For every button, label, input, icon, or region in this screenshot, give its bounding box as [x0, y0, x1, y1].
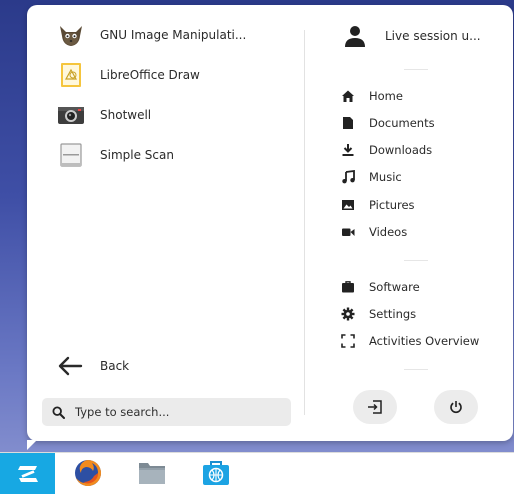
documents-icon [341, 116, 355, 130]
menu-pointer [27, 440, 37, 450]
taskbar-software[interactable] [201, 458, 231, 488]
column-divider [304, 30, 305, 415]
home-icon [341, 89, 355, 103]
taskbar [0, 452, 514, 494]
system-label: Software [369, 280, 420, 294]
pictures-icon [341, 198, 355, 212]
place-item-music[interactable]: Music [341, 166, 511, 188]
app-label: LibreOffice Draw [100, 68, 200, 82]
search-input[interactable] [73, 404, 277, 420]
logout-button[interactable] [353, 390, 397, 424]
taskbar-firefox[interactable] [73, 458, 103, 488]
zorin-menu-icon [15, 463, 41, 485]
system-item-activities-overview[interactable]: Activities Overview [341, 330, 511, 352]
place-label: Downloads [369, 143, 433, 157]
arrow-left-icon [57, 356, 85, 376]
system-item-software[interactable]: Software [341, 276, 511, 298]
app-menu: GNU Image Manipulati... LibreOffice Draw [27, 5, 513, 441]
user-icon [342, 24, 368, 48]
simple-scan-icon [57, 141, 85, 169]
activities-overview-icon [341, 334, 355, 348]
downloads-icon [341, 143, 355, 157]
system-label: Settings [369, 307, 417, 321]
separator [404, 369, 428, 370]
system-item-settings[interactable]: Settings [341, 303, 511, 325]
app-item-shotwell[interactable]: Shotwell [57, 99, 307, 131]
music-icon [341, 170, 355, 184]
app-label: GNU Image Manipulati... [100, 28, 247, 42]
user-label: Live session u... [385, 29, 481, 43]
back-button[interactable]: Back [57, 354, 167, 378]
user-account-button[interactable]: Live session u... [342, 23, 507, 49]
place-item-home[interactable]: Home [341, 85, 511, 107]
settings-icon [341, 307, 355, 321]
app-item-simple-scan[interactable]: Simple Scan [57, 139, 307, 171]
taskbar-files[interactable] [137, 458, 167, 488]
firefox-icon [73, 458, 103, 488]
libreoffice-draw-icon [57, 61, 85, 89]
system-label: Activities Overview [369, 334, 480, 348]
search-icon [52, 405, 65, 419]
place-label: Pictures [369, 198, 415, 212]
software-icon [341, 280, 355, 294]
software-store-icon [201, 459, 231, 487]
place-label: Music [369, 170, 402, 184]
app-item-libreoffice-draw[interactable]: LibreOffice Draw [57, 59, 307, 91]
app-label: Shotwell [100, 108, 152, 122]
search-box[interactable] [42, 398, 291, 426]
app-item-gimp[interactable]: GNU Image Manipulati... [57, 19, 307, 51]
back-label: Back [100, 359, 130, 373]
power-button[interactable] [434, 390, 478, 424]
zorin-menu-button[interactable] [0, 453, 55, 494]
separator [404, 69, 428, 70]
files-icon [137, 460, 167, 486]
gimp-icon [57, 21, 85, 49]
place-label: Documents [369, 116, 435, 130]
power-icon [449, 400, 463, 414]
place-item-downloads[interactable]: Downloads [341, 139, 511, 161]
app-label: Simple Scan [100, 148, 174, 162]
shotwell-icon [57, 101, 85, 129]
videos-icon [341, 225, 355, 239]
logout-icon [367, 400, 383, 414]
place-label: Home [369, 89, 403, 103]
place-item-documents[interactable]: Documents [341, 112, 511, 134]
place-item-pictures[interactable]: Pictures [341, 194, 511, 216]
place-label: Videos [369, 225, 408, 239]
separator [404, 260, 428, 261]
place-item-videos[interactable]: Videos [341, 221, 511, 243]
